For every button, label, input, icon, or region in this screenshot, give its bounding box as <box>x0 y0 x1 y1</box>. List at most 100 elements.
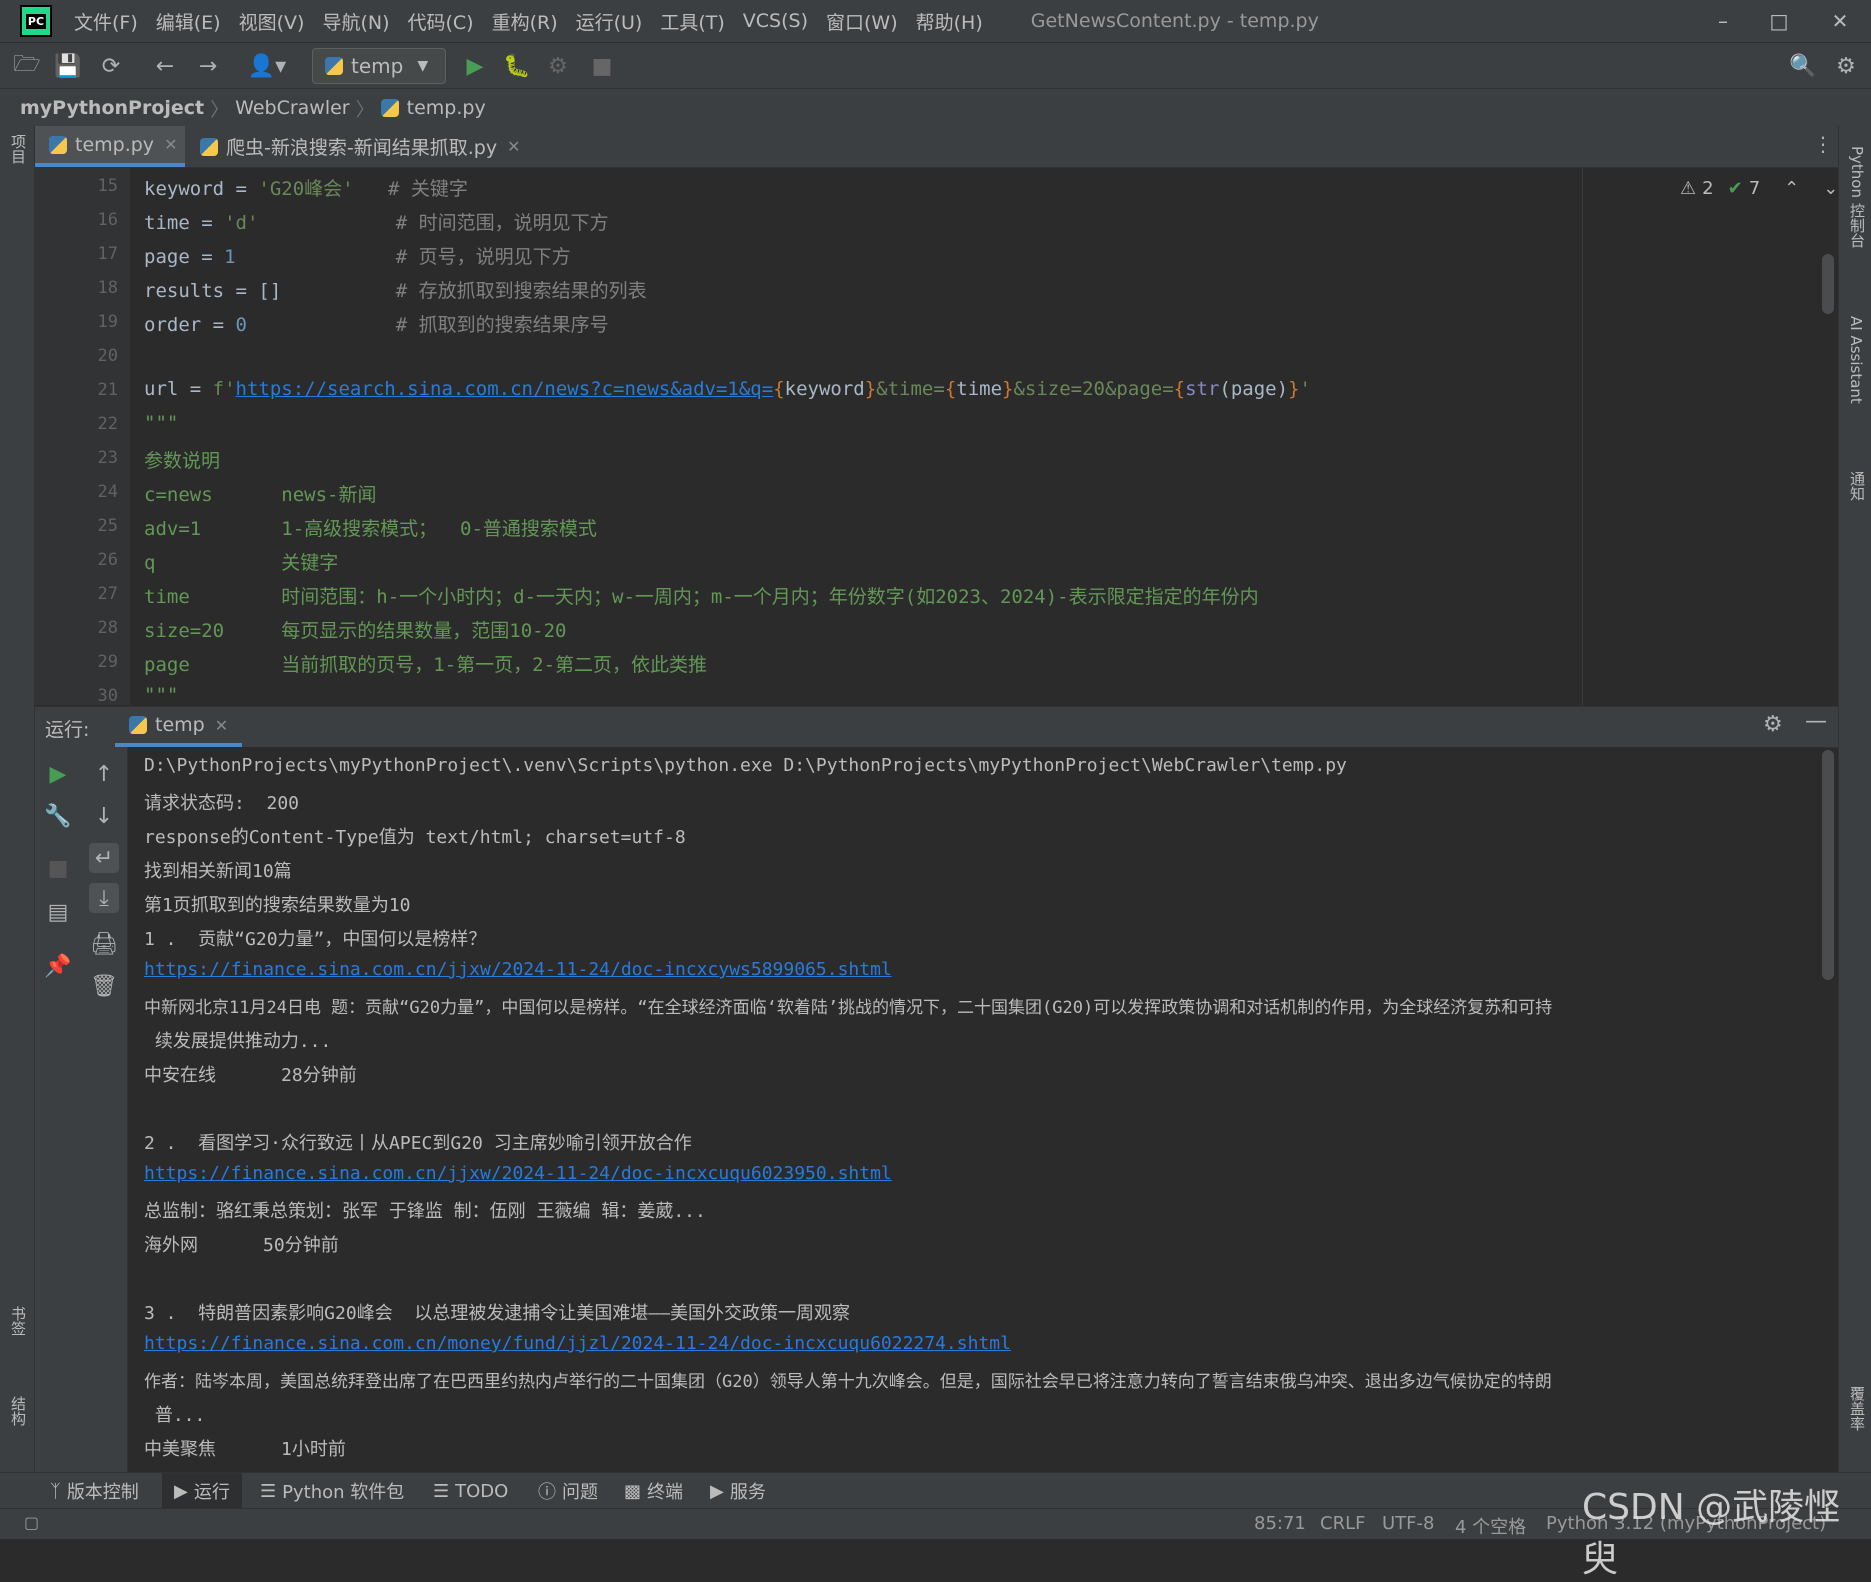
stop-icon[interactable]: ■ <box>43 853 73 883</box>
toggle-tool-windows-icon[interactable]: ▢ <box>24 1513 39 1532</box>
console-link[interactable]: https://finance.sina.com.cn/money/fund/j… <box>144 1333 1011 1354</box>
breadcrumb-file[interactable]: temp.py <box>407 97 486 119</box>
code-editor[interactable]: keyword = 'G20峰会' # 关键字 time = 'd' # 时间范… <box>130 168 1838 706</box>
console-scrollbar[interactable] <box>1822 750 1834 980</box>
line-ending[interactable]: CRLF <box>1320 1513 1365 1534</box>
right-margin-guide <box>1582 168 1583 705</box>
close-window-icon[interactable]: ✕ <box>1812 0 1868 42</box>
notifications-tool-button[interactable]: 通知 <box>1847 471 1868 501</box>
tool-problems[interactable]: ⓘ 问题 <box>538 1473 598 1509</box>
stop-icon[interactable]: ■ <box>587 51 617 81</box>
code-line: adv=1 1-高级搜索模式； 0-普通搜索模式 <box>144 518 597 540</box>
close-tab-icon[interactable]: ✕ <box>164 135 177 154</box>
inspection-widget[interactable]: ⚠ 2 ✔ 7 ⌃ ⌄ <box>1680 178 1838 199</box>
structure-tool-button[interactable]: 结构 <box>8 1396 29 1426</box>
warning-icon: ⚠ <box>1680 178 1697 199</box>
caret-position[interactable]: 85:71 <box>1254 1513 1306 1534</box>
window-title: GetNewsContent.py - temp.py <box>1030 10 1319 32</box>
save-all-icon[interactable]: 💾 <box>53 51 83 81</box>
chevron-up-icon[interactable]: ⌃ <box>1784 178 1799 199</box>
rerun-icon[interactable]: ▶ <box>43 759 73 789</box>
pin-icon[interactable]: 📌 <box>43 951 73 981</box>
line-number: 25 <box>97 516 118 536</box>
terminal-icon: ▩ <box>624 1480 642 1502</box>
menu-refactor[interactable]: 重构(R) <box>492 8 558 35</box>
forward-arrow-icon[interactable]: → <box>193 51 223 81</box>
menu-code[interactable]: 代码(C) <box>407 8 473 35</box>
wrench-icon[interactable]: 🔧 <box>43 801 73 831</box>
tab-sina-crawler[interactable]: 爬虫-新浪搜索-新闻结果抓取.py ✕ <box>200 126 520 167</box>
line-number: 30 <box>97 686 118 706</box>
hide-panel-icon[interactable]: — <box>1805 709 1827 734</box>
maximize-icon[interactable]: □ <box>1751 0 1807 42</box>
line-number: 29 <box>97 652 118 672</box>
console-line: 3 . 特朗普因素影响G20峰会 以总理被发逮捕令让美国难堪——美国外交政策一周… <box>144 1303 851 1324</box>
scroll-up-arrow-icon[interactable]: ↑ <box>89 759 119 789</box>
run-configuration-selector[interactable]: temp ▼ <box>312 48 446 84</box>
breadcrumb: myPythonProject 〉 WebCrawler 〉 temp.py <box>0 88 1871 127</box>
chevron-down-icon: ▼ <box>417 58 429 74</box>
tool-todo[interactable]: ☰ TODO <box>433 1473 508 1509</box>
line-number: 26 <box>97 550 118 570</box>
bookmarks-tool-button[interactable]: 书签 <box>8 1306 29 1336</box>
sync-icon[interactable]: ⟳ <box>96 51 126 81</box>
menu-vcs[interactable]: VCS(S) <box>743 10 808 32</box>
print-icon[interactable]: 🖨 <box>89 929 119 959</box>
back-arrow-icon[interactable]: ← <box>150 51 180 81</box>
close-tab-icon[interactable]: ✕ <box>507 137 520 156</box>
menu-file[interactable]: 文件(F) <box>74 8 138 35</box>
line-number: 23 <box>97 448 118 468</box>
soft-wrap-icon[interactable]: ↵ <box>89 843 119 873</box>
more-tabs-icon[interactable]: ⋮ <box>1813 132 1833 156</box>
debug-icon[interactable]: 🐛 <box>502 51 532 81</box>
run-console[interactable]: D:\PythonProjects\myPythonProject\.venv\… <box>128 747 1823 1472</box>
code-line: url = f'https://search.sina.com.cn/news?… <box>144 378 1311 400</box>
info-icon: ⓘ <box>538 1482 556 1503</box>
tool-terminal[interactable]: ▩ 终端 <box>624 1473 683 1509</box>
open-folder-icon[interactable]: 🗁 <box>12 51 42 81</box>
menu-navigate[interactable]: 导航(N) <box>322 8 389 35</box>
scroll-to-end-icon[interactable]: ⤓ <box>89 883 119 913</box>
menu-window[interactable]: 窗口(W) <box>826 8 898 35</box>
run-settings-gear-icon[interactable]: ⚙ <box>1763 712 1783 737</box>
chevron-down-icon[interactable]: ⌄ <box>1823 178 1838 199</box>
coverage-icon[interactable]: ⚙ <box>543 51 573 81</box>
menu-edit[interactable]: 编辑(E) <box>156 8 221 35</box>
tool-python-packages[interactable]: ☰ Python 软件包 <box>260 1473 404 1509</box>
breadcrumb-folder[interactable]: WebCrawler <box>235 97 349 119</box>
project-tool-button[interactable]: 项目 <box>8 134 29 164</box>
run-icon[interactable]: ▶ <box>460 51 490 81</box>
run-tab-temp[interactable]: temp ✕ <box>115 707 243 747</box>
tab-temp-py[interactable]: temp.py ✕ <box>35 126 185 167</box>
settings-gear-icon[interactable]: ⚙ <box>1831 51 1861 81</box>
search-icon[interactable]: 🔍 <box>1788 51 1818 81</box>
ai-assistant-tool-button[interactable]: AI Assistant <box>1847 316 1865 404</box>
python-console-label: Python 控制台 <box>1848 146 1866 248</box>
tool-version-control[interactable]: ᛉ 版本控制 <box>50 1473 139 1509</box>
coverage-tool-button[interactable]: 覆盖率 <box>1847 1386 1868 1431</box>
menu-help[interactable]: 帮助(H) <box>916 8 983 35</box>
file-encoding[interactable]: UTF-8 <box>1382 1513 1434 1534</box>
console-link[interactable]: https://finance.sina.com.cn/jjxw/2024-11… <box>144 959 892 980</box>
console-link[interactable]: https://finance.sina.com.cn/jjxw/2024-11… <box>144 1163 892 1184</box>
python-file-icon <box>129 716 147 734</box>
python-file-icon <box>325 57 343 75</box>
user-dropdown-icon[interactable]: 👤▾ <box>245 51 289 81</box>
pycharm-logo-icon: PC <box>20 5 52 37</box>
indent-setting[interactable]: 4 个空格 <box>1455 1513 1526 1539</box>
python-console-tool-button[interactable]: Python 控制台 <box>1847 146 1868 248</box>
breadcrumb-project[interactable]: myPythonProject <box>20 97 204 119</box>
menu-tools[interactable]: 工具(T) <box>660 8 724 35</box>
menu-view[interactable]: 视图(V) <box>239 8 305 35</box>
close-tab-icon[interactable]: ✕ <box>215 716 228 735</box>
trash-icon[interactable]: 🗑 <box>89 971 119 1001</box>
tool-services[interactable]: ▶ 服务 <box>710 1473 766 1509</box>
scroll-down-arrow-icon[interactable]: ↓ <box>89 801 119 831</box>
layout-icon[interactable]: ▤ <box>43 897 73 927</box>
editor-scrollbar[interactable] <box>1822 254 1834 314</box>
console-line: 续发展提供推动力... <box>144 1031 332 1052</box>
minimize-icon[interactable]: – <box>1695 0 1751 42</box>
code-line: q 关键字 <box>144 552 339 574</box>
menu-run[interactable]: 运行(U) <box>576 8 643 35</box>
tool-run[interactable]: ▶ 运行 <box>162 1473 242 1509</box>
